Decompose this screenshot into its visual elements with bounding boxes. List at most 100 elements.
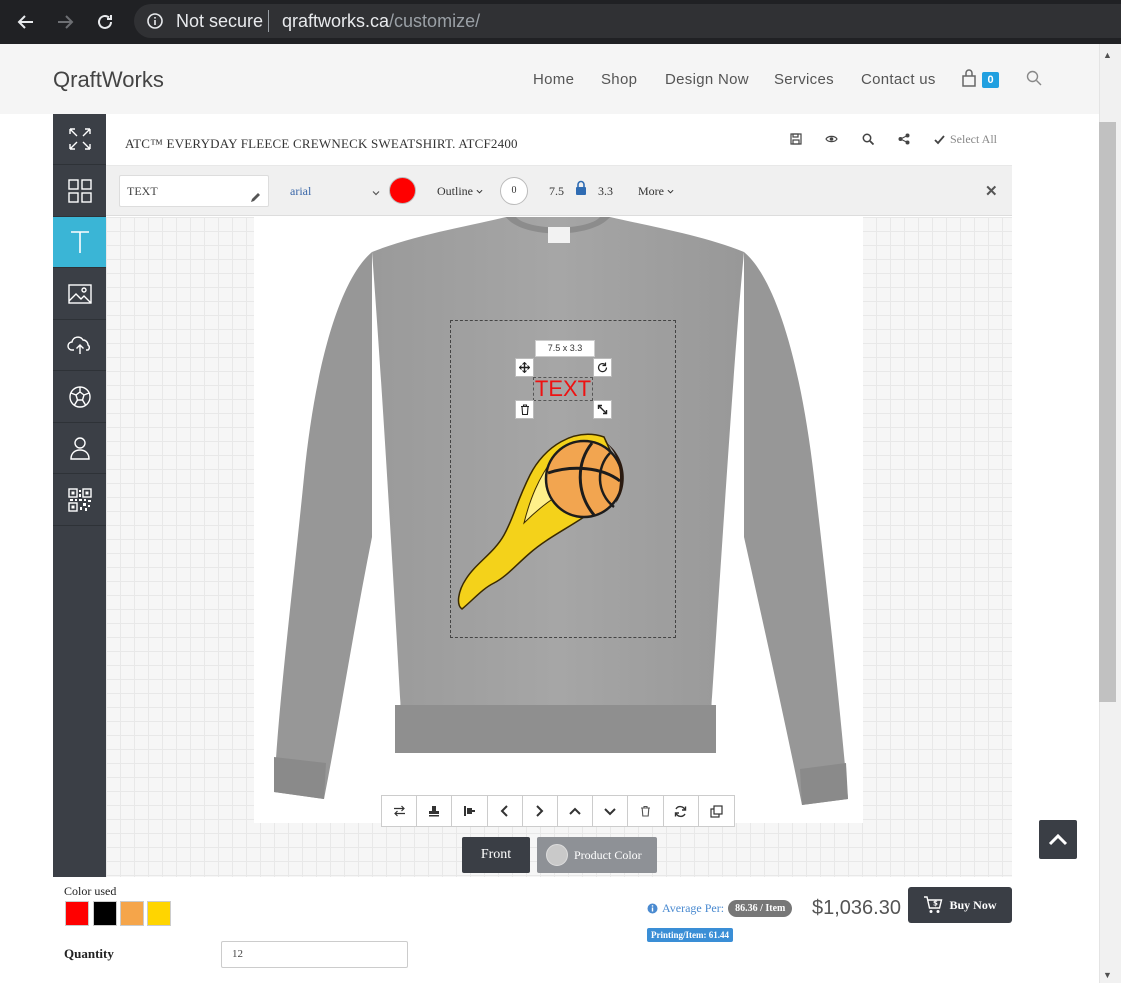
search-icon[interactable] — [1026, 70, 1042, 91]
align-left-button[interactable] — [452, 796, 488, 826]
arrow-left-icon — [17, 15, 33, 29]
buy-now-button[interactable]: $ Buy Now — [908, 887, 1012, 923]
width-value[interactable]: 7.5 — [549, 184, 564, 199]
preview-eye-icon[interactable] — [825, 132, 838, 150]
outline-dropdown[interactable]: Outline — [437, 184, 483, 199]
pencil-icon[interactable] — [250, 184, 261, 214]
align-object-icon — [464, 806, 475, 816]
nav-shop[interactable]: Shop — [601, 71, 637, 88]
move-left-button[interactable] — [488, 796, 523, 826]
nav-services[interactable]: Services — [774, 71, 834, 88]
swap-arrows-icon — [393, 805, 405, 817]
tool-fullscreen[interactable] — [53, 114, 106, 165]
color-used-swatch — [120, 901, 144, 926]
text-content-input[interactable]: TEXT — [119, 175, 269, 207]
scrollbar-thumb[interactable] — [1099, 122, 1116, 702]
product-title: ATC™ EVERYDAY FLEECE CREWNECK SWEATSHIRT… — [125, 136, 518, 151]
rotation-input[interactable]: 0 — [500, 177, 528, 205]
chevron-down-icon — [604, 807, 617, 815]
tool-text[interactable] — [53, 217, 106, 268]
site-header: QraftWorks Home Shop Design Now Services… — [0, 44, 1099, 114]
info-icon[interactable] — [146, 12, 164, 35]
tool-qr-code[interactable] — [53, 475, 106, 526]
rotate-icon — [597, 362, 608, 373]
move-handle[interactable] — [515, 358, 534, 377]
average-per-label: Average Per: — [662, 901, 725, 915]
chevron-down-icon — [667, 189, 674, 194]
quantity-input[interactable]: 12 — [221, 941, 408, 968]
designer-title-bar: ATC™ EVERYDAY FLEECE CREWNECK SWEATSHIRT… — [106, 114, 1012, 166]
product-color-button[interactable]: Product Color — [537, 837, 657, 873]
trash-icon — [641, 805, 651, 817]
upload-cloud-icon — [66, 336, 90, 354]
info-icon[interactable] — [647, 903, 658, 914]
average-per-badge: 86.36 / Item — [728, 900, 793, 917]
security-label: Not secure — [176, 11, 264, 31]
quantity-label: Quantity — [64, 946, 114, 961]
product-color-label: Product Color — [574, 847, 642, 862]
select-all-button[interactable]: Select All — [934, 132, 997, 147]
scroll-down-arrow[interactable]: ▼ — [1103, 970, 1112, 980]
share-icon[interactable] — [898, 132, 910, 150]
site-logo[interactable]: QraftWorks — [53, 67, 164, 93]
height-value[interactable]: 3.3 — [598, 184, 613, 199]
resize-handle[interactable] — [593, 400, 612, 419]
more-label: More — [638, 184, 664, 198]
front-view-button[interactable]: Front — [462, 837, 530, 873]
printing-per-item-badge: Printing/Item: 61.44 — [647, 928, 733, 942]
chevron-down-icon[interactable] — [372, 184, 380, 202]
cart-icon[interactable] — [961, 69, 977, 92]
tool-upload[interactable] — [53, 320, 106, 371]
text-color-swatch[interactable] — [389, 177, 416, 204]
tool-products[interactable] — [53, 166, 106, 217]
products-grid-icon — [67, 179, 92, 203]
text-tool-icon — [70, 231, 89, 253]
close-icon[interactable]: ✕ — [985, 182, 998, 200]
duplicate-button[interactable] — [699, 796, 734, 826]
forward-button[interactable] — [51, 8, 79, 36]
reset-button[interactable] — [664, 796, 699, 826]
image-icon — [67, 284, 92, 304]
chevron-left-icon — [500, 805, 508, 817]
average-price-line: Average Per: 86.36 / Item — [647, 900, 793, 917]
text-object[interactable]: TEXT — [533, 377, 593, 401]
delete-button[interactable] — [628, 796, 664, 826]
reload-button[interactable] — [91, 8, 119, 36]
save-icon[interactable] — [790, 132, 802, 150]
more-dropdown[interactable]: More — [638, 184, 674, 199]
move-down-button[interactable] — [593, 796, 629, 826]
trash-icon — [520, 404, 529, 415]
align-center-button[interactable] — [417, 796, 453, 826]
cart-count-badge[interactable]: 0 — [982, 72, 999, 88]
font-family-select[interactable]: arial — [290, 184, 311, 199]
delete-handle[interactable] — [515, 400, 534, 419]
scroll-to-top-button[interactable] — [1039, 820, 1077, 859]
shopping-cart-icon: $ — [924, 896, 943, 913]
url-text[interactable]: qraftworks.ca/customize/ — [282, 11, 480, 32]
lock-icon[interactable] — [575, 180, 587, 200]
refresh-icon — [675, 805, 687, 817]
reload-icon — [98, 14, 112, 29]
tool-image[interactable] — [53, 269, 106, 320]
rotate-handle[interactable] — [593, 358, 612, 377]
scroll-up-arrow[interactable]: ▲ — [1103, 50, 1112, 60]
back-button[interactable] — [12, 8, 40, 36]
zoom-icon[interactable] — [862, 132, 875, 150]
chevron-up-icon — [569, 807, 581, 815]
copy-icon — [710, 804, 723, 818]
address-bar[interactable]: Not secure qraftworks.ca/customize/ — [134, 4, 1121, 38]
text-content-value: TEXT — [127, 184, 158, 198]
color-used-label: Color used — [64, 884, 117, 898]
move-right-button[interactable] — [523, 796, 559, 826]
tool-clipart[interactable] — [53, 372, 106, 423]
stamp-icon — [429, 806, 440, 817]
object-size-label: 7.5 x 3.3 — [535, 340, 595, 357]
tool-names-numbers[interactable] — [53, 423, 106, 474]
flip-button[interactable] — [382, 796, 418, 826]
outline-label: Outline — [437, 184, 473, 198]
nav-contact-us[interactable]: Contact us — [861, 71, 936, 88]
nav-home[interactable]: Home — [533, 71, 574, 88]
product-color-swatch — [546, 844, 568, 866]
move-up-button[interactable] — [558, 796, 594, 826]
nav-design-now[interactable]: Design Now — [665, 71, 749, 88]
